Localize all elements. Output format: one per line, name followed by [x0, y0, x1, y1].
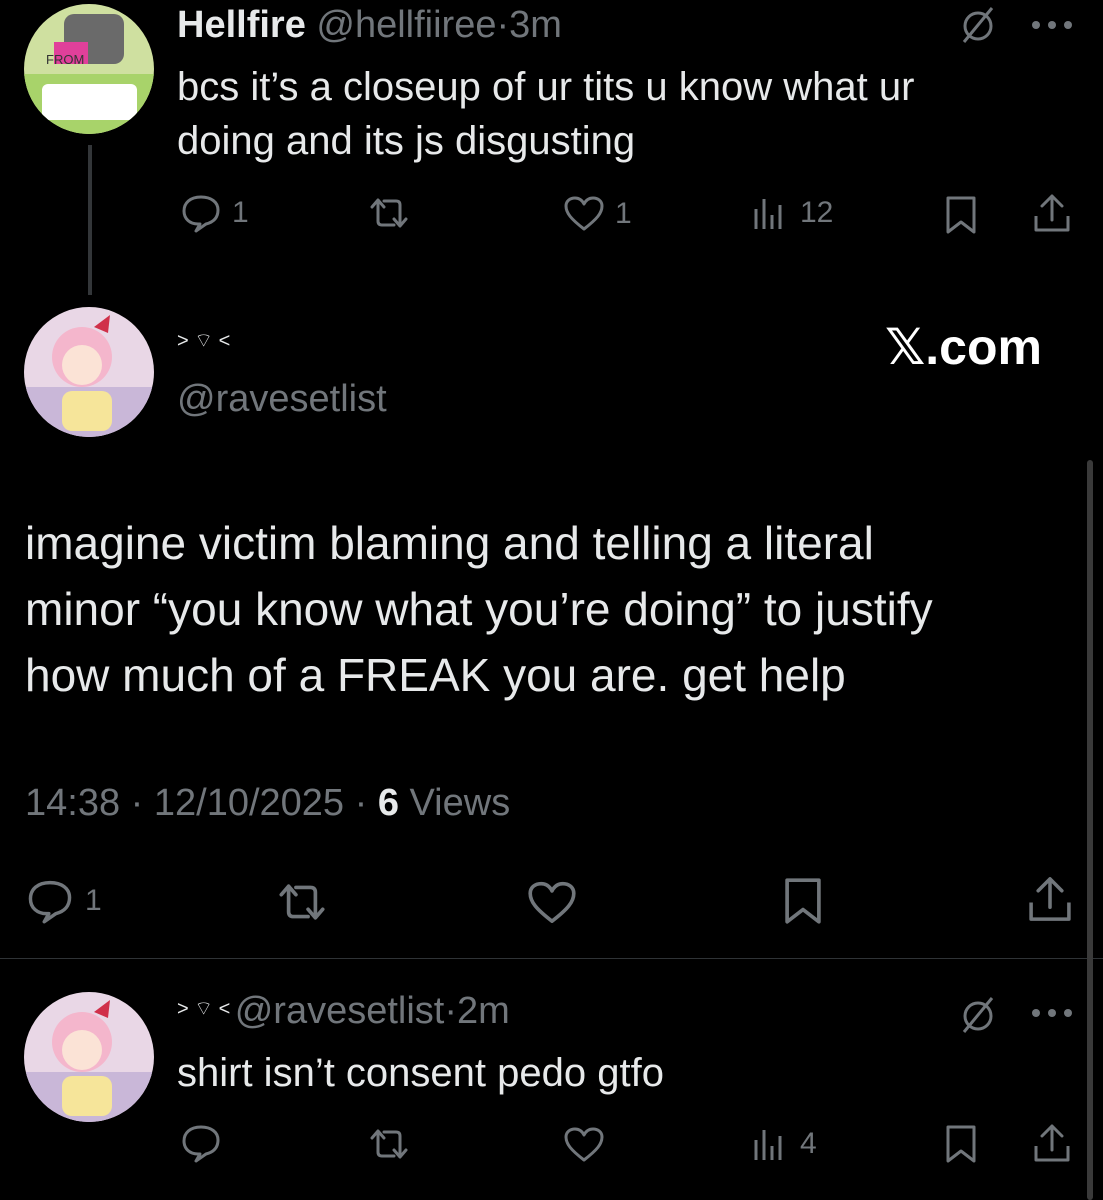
reply-like-button[interactable]: [563, 1126, 605, 1164]
x-com-watermark: 𝕏.com: [885, 319, 1042, 375]
parent-like-count: 1: [615, 197, 632, 230]
parent-text-line-2: doing and its js disgusting: [177, 119, 636, 163]
parent-separator: ·: [496, 4, 510, 46]
avatar-from-label: FROM: [46, 52, 84, 67]
parent-time[interactable]: 3m: [509, 4, 562, 46]
reply-grok-icon[interactable]: [958, 994, 998, 1039]
scrollbar[interactable]: [1087, 460, 1093, 1200]
reply-display-name[interactable]: > ⌔ <: [177, 998, 230, 1020]
main-text-line-2: minor “you know what you’re doing” to ju…: [25, 583, 933, 635]
main-text-line-3: how much of a FREAK you are. get help: [25, 649, 846, 701]
parent-grok-icon[interactable]: [958, 4, 998, 49]
parent-display-name[interactable]: Hellfire: [177, 4, 306, 46]
parent-text-line-1: bcs it’s a closeup of ur tits u know wha…: [177, 65, 915, 109]
main-views-count: 6: [377, 782, 399, 824]
tweet-divider: [0, 958, 1103, 959]
main-handle[interactable]: @ravesetlist: [177, 378, 387, 421]
reply-view-count: 4: [800, 1127, 817, 1160]
parent-bookmark-button[interactable]: [943, 195, 979, 235]
parent-retweet-button[interactable]: [366, 195, 412, 231]
parent-reply-button[interactable]: 1: [180, 193, 249, 233]
main-share-button[interactable]: [1024, 874, 1076, 924]
reply-more-icon[interactable]: [1030, 1006, 1074, 1024]
reply-share-button[interactable]: [1030, 1122, 1074, 1164]
parent-views-button[interactable]: 12: [750, 195, 833, 231]
reply-text: shirt isn’t consent pedo gtfo: [177, 1051, 664, 1095]
parent-share-button[interactable]: [1030, 192, 1074, 234]
reply-retweet-button[interactable]: [366, 1126, 412, 1162]
main-reply-button[interactable]: 1: [25, 878, 102, 924]
main-text-line-1: imagine victim blaming and telling a lit…: [25, 517, 874, 569]
parent-reply-count: 1: [232, 196, 249, 229]
main-views-label: Views: [398, 782, 511, 824]
reply-views-button[interactable]: 4: [750, 1126, 817, 1162]
reply-avatar[interactable]: [24, 992, 154, 1122]
main-retweet-button[interactable]: [274, 880, 330, 924]
parent-like-button[interactable]: 1: [563, 195, 632, 233]
reply-header: > ⌔ < @ravesetlist·2m: [177, 990, 510, 1033]
main-reply-count: 1: [85, 884, 102, 917]
reply-handle[interactable]: @ravesetlist: [235, 990, 445, 1032]
main-timestamp[interactable]: 14:38 · 12/10/2025 ·: [25, 782, 378, 824]
main-display-name[interactable]: > ⌔ <: [177, 328, 230, 353]
main-bookmark-button[interactable]: [781, 876, 825, 926]
main-like-button[interactable]: [526, 880, 578, 926]
ravesetlist-avatar[interactable]: [24, 307, 154, 437]
parent-more-icon[interactable]: [1030, 18, 1074, 36]
parent-reply-header: Hellfire @hellfiiree·3m: [177, 2, 562, 48]
hellfire-avatar[interactable]: FROM: [24, 4, 154, 134]
reply-reply-button[interactable]: [180, 1123, 222, 1163]
reply-time[interactable]: 2m: [457, 990, 510, 1032]
parent-handle[interactable]: @hellfiiree: [316, 4, 496, 46]
parent-view-count: 12: [800, 196, 834, 229]
main-tweet-text: imagine victim blaming and telling a lit…: [25, 510, 1075, 708]
parent-reply-text: bcs it’s a closeup of ur tits u know wha…: [177, 60, 1077, 168]
reply-bookmark-button[interactable]: [943, 1124, 979, 1164]
thread-connector: [88, 145, 92, 295]
reply-separator: ·: [444, 990, 458, 1032]
main-timestamp-row: 14:38 · 12/10/2025 · 6 Views: [25, 782, 510, 825]
